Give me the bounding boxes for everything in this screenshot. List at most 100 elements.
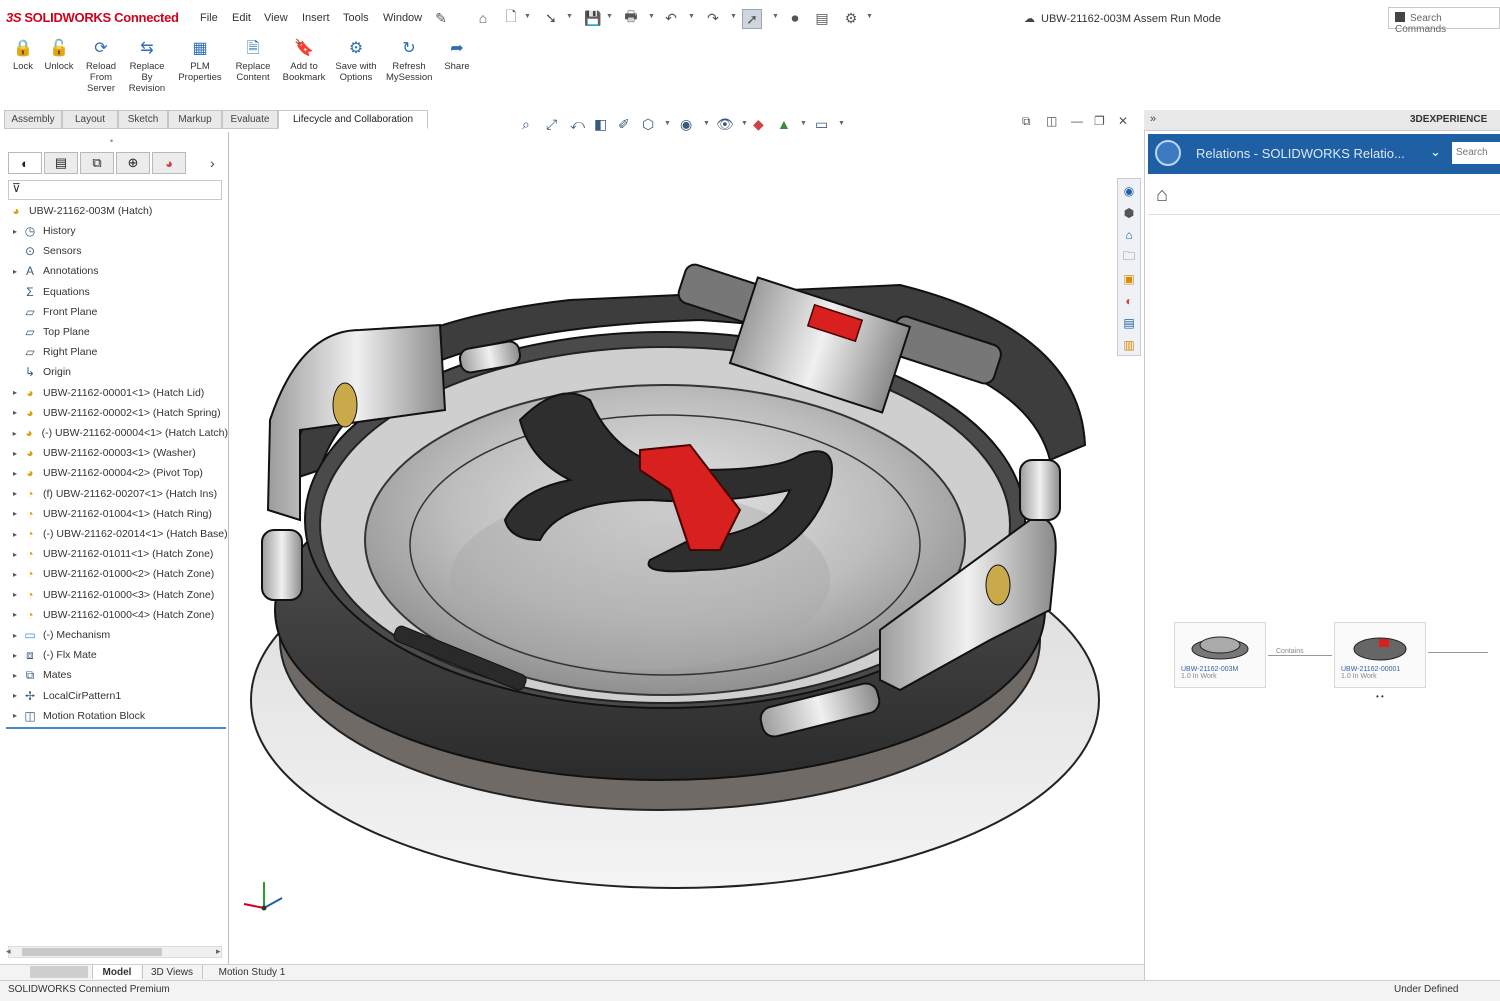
expand-arrow-icon[interactable]: ▸ xyxy=(8,530,22,539)
menu-edit[interactable]: Edit xyxy=(232,12,251,24)
home-icon[interactable]: ⌂ xyxy=(474,9,492,27)
save-with-options-button[interactable]: ⚙ Save with Options xyxy=(333,40,379,83)
tree-item[interactable]: ▸ ▭ (-) Mechanism xyxy=(8,625,228,645)
expand-arrow-icon[interactable]: ▸ xyxy=(8,550,22,559)
tree-item[interactable]: ↳ Origin xyxy=(8,362,228,382)
relations-app-title[interactable]: Relations - SOLIDWORKS Relatio... xyxy=(1196,146,1405,161)
hatch-assembly-model[interactable] xyxy=(230,132,1142,964)
restore-icon[interactable]: ❐ xyxy=(1094,114,1105,128)
property-manager-tab-icon[interactable]: ▤ xyxy=(44,152,78,174)
expand-arrow-icon[interactable]: ▸ xyxy=(8,449,22,458)
resources-icon[interactable]: ⬢ xyxy=(1121,205,1137,221)
3dexperience-icon[interactable]: ◉ xyxy=(1121,183,1137,199)
refresh-mysession-button[interactable]: ↻ Refresh MySession xyxy=(386,40,432,83)
expand-arrow-icon[interactable]: ▸ xyxy=(8,691,22,700)
reload-from-server-button[interactable]: ⟳ Reload From Server xyxy=(78,40,124,94)
view-settings-icon[interactable]: ▭ xyxy=(815,116,828,133)
display-style-icon[interactable]: ◉ xyxy=(680,116,692,133)
tree-item[interactable]: ⊙ Sensors xyxy=(8,241,228,261)
menu-file[interactable]: File xyxy=(200,12,218,24)
pager-dots-icon[interactable]: • • xyxy=(1376,692,1384,701)
tree-item[interactable]: ▸ ◕ UBW-21162-00004<2> (Pivot Top) xyxy=(8,463,228,483)
split-window-icon[interactable]: ◫ xyxy=(1046,114,1057,128)
tree-item[interactable]: ▱ Top Plane xyxy=(8,322,228,342)
expand-arrow-icon[interactable]: ▸ xyxy=(8,227,22,236)
tree-item[interactable]: ▸ ⧉ Mates xyxy=(8,665,228,685)
expand-arrow-icon[interactable]: ▸ xyxy=(8,590,22,599)
tree-item[interactable]: ▸ ◔ UBW-21162-01000<2> (Hatch Zone) xyxy=(8,564,228,584)
unlock-button[interactable]: 🔓 Unlock xyxy=(36,40,82,72)
tree-item[interactable]: ▱ Front Plane xyxy=(8,302,228,322)
expand-arrow-icon[interactable]: ▸ xyxy=(8,631,22,640)
tab-3d-views[interactable]: 3D Views xyxy=(142,965,201,979)
compass-icon[interactable] xyxy=(1155,140,1181,166)
save-icon[interactable]: 💾 xyxy=(584,9,602,27)
display-manager-tab-icon[interactable]: ◕ xyxy=(152,152,186,174)
search-commands-input[interactable]: Search Commands xyxy=(1388,7,1500,35)
tab-layout[interactable]: Layout xyxy=(62,110,118,129)
expand-arrow-icon[interactable]: ▸ xyxy=(8,711,22,720)
zoom-area-icon[interactable]: ⤢ xyxy=(546,116,557,133)
traffic-light-icon[interactable]: ⏺ xyxy=(786,9,804,27)
tree-item[interactable]: ▸ ◔ UBW-21162-01000<4> (Hatch Zone) xyxy=(8,605,228,625)
settings-dropdown-icon[interactable]: ▼ xyxy=(866,13,873,20)
menu-insert[interactable]: Insert xyxy=(302,12,330,24)
relations-search-input[interactable]: Search xyxy=(1452,142,1500,164)
open-dropdown-icon[interactable]: ▼ xyxy=(566,13,573,20)
tab-evaluate[interactable]: Evaluate xyxy=(222,110,278,129)
tab-model[interactable]: Model xyxy=(92,965,141,979)
expand-arrow-icon[interactable]: ▸ xyxy=(8,388,22,397)
tile-window-icon[interactable]: ⧉ xyxy=(1022,114,1031,129)
tab-markup[interactable]: Markup xyxy=(168,110,222,129)
tree-item[interactable]: ▸ ◕ UBW-21162-00001<1> (Hatch Lid) xyxy=(8,383,228,403)
expand-arrow-icon[interactable]: ▸ xyxy=(8,610,22,619)
relation-card-root[interactable]: UBW-21162-003M 1.0 In Work xyxy=(1174,622,1266,688)
tab-assembly[interactable]: Assembly xyxy=(4,110,62,129)
view-orientation-icon[interactable]: ⬡ xyxy=(642,116,654,133)
tree-item[interactable]: ▸ ◕ UBW-21162-00003<1> (Washer) xyxy=(8,443,228,463)
expand-arrow-icon[interactable]: ▸ xyxy=(8,429,21,438)
replace-content-button[interactable]: 🗎 Replace Content xyxy=(230,40,276,83)
settings-gear-icon[interactable]: ⚙ xyxy=(842,9,860,27)
relations-home-icon[interactable]: ⌂ xyxy=(1156,184,1168,207)
tree-item[interactable]: ▸ ◕ (-) UBW-21162-00004<1> (Hatch Latch) xyxy=(8,423,228,443)
redo-icon[interactable]: ↷ xyxy=(704,9,722,27)
expand-arrow-icon[interactable]: ▸ xyxy=(8,671,22,680)
appearance-icon[interactable]: ◆ xyxy=(753,116,764,133)
plm-properties-button[interactable]: ▦ PLM Properties xyxy=(177,40,223,83)
dimxpert-tab-icon[interactable]: ⊕ xyxy=(116,152,150,174)
scroll-right-icon[interactable]: ▸ xyxy=(216,946,221,957)
scene-icon[interactable]: ▲ xyxy=(777,116,791,132)
tree-item[interactable]: ▸ A Annotations xyxy=(8,261,228,281)
tree-item[interactable]: ▸ ✢ LocalCirPattern1 xyxy=(8,686,228,706)
section-view-icon[interactable]: ◧ xyxy=(594,116,607,133)
tree-item[interactable]: ▸ ◫ Motion Rotation Block xyxy=(8,706,228,726)
hide-show-dropdown-icon[interactable]: ▼ xyxy=(741,120,748,127)
tree-item[interactable]: ▱ Right Plane xyxy=(8,342,228,362)
tree-item[interactable]: ▸ ◷ History xyxy=(8,221,228,241)
tree-item[interactable]: ▸ ◔ (-) UBW-21162-02014<1> (Hatch Base) xyxy=(8,524,228,544)
zoom-to-fit-icon[interactable]: ⌕ xyxy=(522,116,530,133)
view-orientation-dropdown-icon[interactable]: ▼ xyxy=(664,120,671,127)
menu-window[interactable]: Window xyxy=(383,12,422,24)
tree-root-assembly[interactable]: ◕ UBW-21162-003M (Hatch) xyxy=(8,201,228,221)
replace-by-revision-button[interactable]: ⇆ Replace By Revision xyxy=(124,40,170,94)
undo-dropdown-icon[interactable]: ▼ xyxy=(688,13,695,20)
previous-view-icon[interactable]: ⤺ xyxy=(570,116,585,133)
select-pointer-icon[interactable]: ➚ xyxy=(742,9,762,29)
scene-dropdown-icon[interactable]: ▼ xyxy=(800,120,807,127)
tab-scroll-control[interactable] xyxy=(30,966,88,978)
appearances-icon[interactable]: ◐ xyxy=(1121,293,1137,309)
hide-show-icon[interactable]: 👁 xyxy=(716,116,734,133)
expand-arrow-icon[interactable]: ▸ xyxy=(8,509,22,518)
tab-sketch[interactable]: Sketch xyxy=(118,110,168,129)
display-style-dropdown-icon[interactable]: ▼ xyxy=(703,120,710,127)
options-panel-icon[interactable]: ▤ xyxy=(813,9,831,27)
new-document-icon[interactable]: 🗋 xyxy=(502,8,520,27)
save-dropdown-icon[interactable]: ▼ xyxy=(606,13,613,20)
pin-icon[interactable]: ✎ xyxy=(432,9,450,27)
tree-item[interactable]: ▸ ⧈ (-) Flx Mate xyxy=(8,645,228,665)
select-dropdown-icon[interactable]: ▼ xyxy=(772,13,779,20)
tree-item[interactable]: Σ Equations xyxy=(8,282,228,302)
expand-arrow-icon[interactable]: ▸ xyxy=(8,489,22,498)
